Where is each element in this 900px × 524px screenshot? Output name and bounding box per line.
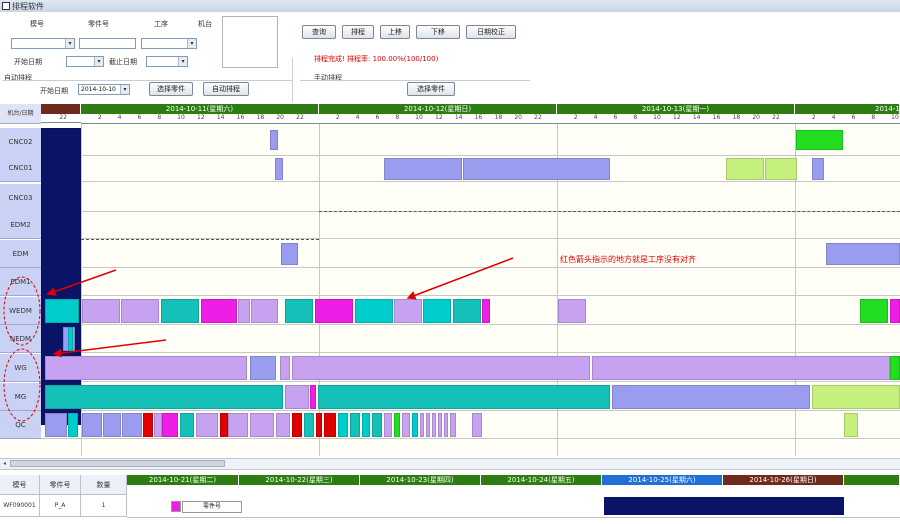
- query-panel: 模号 零件号 工序 机台 ▾ ▾ 开始日期 ▾ 截止日期 ▾ 自动排程 开始日期…: [0, 12, 900, 104]
- auto-schedule-button[interactable]: 自动排程: [203, 82, 249, 96]
- auto-section-label: 自动排程: [4, 74, 32, 82]
- gantt-scrollbar[interactable]: ◂: [0, 458, 900, 470]
- process-label: 工序: [154, 20, 168, 28]
- section-divider: [300, 80, 530, 81]
- bottom-date-header: 2014-10-23(星期四): [360, 475, 481, 485]
- bottom-date-header: 2014-10-25(星期六): [602, 475, 723, 485]
- auto-start-label: 开始日期: [40, 87, 68, 95]
- app-icon: [2, 2, 10, 10]
- chevron-down-icon[interactable]: ▾: [120, 85, 129, 94]
- annotation-circle: [3, 276, 41, 346]
- annotation-arrow: [406, 257, 514, 300]
- table-cell-part[interactable]: P_A: [40, 495, 81, 517]
- table-header-mold: 模号: [0, 475, 40, 495]
- table-header-part: 零件号: [40, 475, 81, 495]
- tooltip-popup: 零件号: [182, 501, 242, 513]
- bottom-date-header: [844, 475, 900, 485]
- start-date-picker[interactable]: ▾: [66, 56, 104, 67]
- start-date-label: 开始日期: [14, 58, 42, 66]
- bottom-date-header: 2014-10-26(星期日): [723, 475, 844, 485]
- bottom-date-header: 2014-10-22(星期三): [239, 475, 360, 485]
- auto-select-parts-button[interactable]: 选择零件: [149, 82, 193, 96]
- auto-start-picker[interactable]: 2014-10-10 ▾: [78, 84, 130, 95]
- move-up-button[interactable]: 上移: [380, 25, 410, 39]
- mold-select[interactable]: ▾: [11, 38, 75, 49]
- query-button[interactable]: 查询: [302, 25, 336, 39]
- scroll-left-icon[interactable]: ◂: [0, 459, 9, 468]
- section-divider: [2, 80, 292, 81]
- chevron-down-icon[interactable]: ▾: [65, 39, 74, 48]
- end-date-picker[interactable]: ▾: [146, 56, 188, 67]
- table-cell-qty[interactable]: 1: [81, 495, 127, 517]
- bottom-date-header: 2014-10-24(星期五): [481, 475, 602, 485]
- chevron-down-icon[interactable]: ▾: [94, 57, 103, 66]
- part-label: 零件号: [88, 20, 109, 28]
- schedule-button[interactable]: 排程: [342, 25, 374, 39]
- part-table: 模号 零件号 数量 WF090001 P_A 1 2014-10-21(星期二)…: [0, 470, 900, 524]
- status-text: 排程完成! 排程率: 100.00%(100/100): [314, 55, 439, 63]
- annotation-circle: [3, 348, 41, 422]
- vertical-divider: [292, 58, 293, 102]
- manual-section-label: 手动排程: [314, 74, 342, 82]
- annotation-overlay: [3, 257, 514, 422]
- table-header-qty: 数量: [81, 475, 127, 495]
- scroll-thumb[interactable]: [10, 460, 225, 467]
- auto-start-value: 2014-10-10: [81, 86, 116, 93]
- table-cell-mold[interactable]: WF090001: [0, 495, 40, 517]
- process-select[interactable]: ▾: [141, 38, 197, 49]
- bottom-task-bar[interactable]: [171, 501, 181, 512]
- bottom-date-header: 2014-10-21(星期二): [127, 475, 239, 485]
- chevron-down-icon[interactable]: ▾: [187, 39, 196, 48]
- machine-label: 机台: [198, 20, 212, 28]
- chevron-down-icon[interactable]: ▾: [178, 57, 187, 66]
- manual-select-parts-button[interactable]: 选择零件: [407, 82, 455, 96]
- mold-label: 模号: [30, 20, 44, 28]
- date-correct-button[interactable]: 日期校正: [466, 25, 516, 39]
- annotation-arrow: [52, 339, 167, 358]
- move-down-button[interactable]: 下移: [416, 25, 460, 39]
- end-date-label: 截止日期: [109, 58, 137, 66]
- machine-list[interactable]: [222, 16, 278, 68]
- annotation-arrow: [46, 269, 117, 296]
- window-title: 排程软件: [12, 2, 44, 11]
- bottom-weekend-block: [604, 497, 844, 515]
- part-input[interactable]: [79, 38, 136, 49]
